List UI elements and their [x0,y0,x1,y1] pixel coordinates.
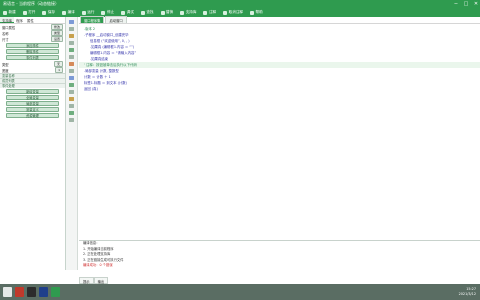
image-icon[interactable] [69,62,74,66]
list-icon[interactable] [69,69,74,73]
taskbar: 15:27 2021/3/12 [0,284,480,300]
local-variable-button[interactable]: 局部变量 [6,101,59,106]
frame-icon[interactable] [69,118,74,122]
toolbar-help-button[interactable]: 帮助 [250,10,263,15]
event-list-button[interactable]: 事件列表 [6,55,59,60]
toolbar-run-button[interactable]: 运行 [81,10,94,15]
toolbar-new-button[interactable]: 新建 [3,10,16,15]
table-icon[interactable] [69,97,74,101]
output-tabs: 提示 输出 [79,277,109,284]
toolbar-uncomment-button[interactable]: 取消注释 [223,10,243,15]
delete-event-button[interactable]: 删除事件 [6,49,59,54]
app-icon[interactable] [27,287,36,297]
edit-icon[interactable] [69,41,74,45]
maximize-button[interactable]: □ [461,0,471,8]
compile-icon [62,10,67,15]
toolbar-debug-button[interactable]: 调试 [121,10,134,15]
minimize-button[interactable]: − [451,0,461,8]
timer-icon[interactable] [69,83,74,87]
side-icon-strip [66,17,78,270]
toolbar-stop-button[interactable]: 停止 [101,10,114,15]
start-icon[interactable] [3,287,12,297]
property-row-button[interactable]: 设置 [50,36,63,42]
app-icon[interactable] [39,287,48,297]
button-icon[interactable] [69,34,74,38]
output-line: 编译成功：0 个错误 [83,263,113,268]
save-icon [42,10,47,15]
editor-tabs: 窗口程序集 启动窗口 [79,16,480,24]
code-editor[interactable]: 窗口程序集 启动窗口 .版本 2 .子程序 __启动窗口_创建完毕 信息框 (“欢迎… [79,16,480,240]
property-row: 尺寸 设置 [0,36,65,42]
tab-program[interactable]: 程序 [14,17,25,23]
output-lines: 编译信息： 1. 开始编译当前程序 2. 正在处理支持库 3. 正在链接生成可执行文件… [79,241,480,269]
output-tab[interactable]: 输出 [93,277,109,284]
checkbox-icon[interactable] [69,48,74,52]
tab-properties[interactable]: 属性 [25,17,36,23]
scrollbar-icon[interactable] [69,90,74,94]
folder-open-icon [22,10,27,15]
toolbar-comment-button[interactable]: 注释 [203,10,216,15]
new-variable-button[interactable]: 新增变量 [6,89,59,94]
tab-control-icon[interactable] [69,111,74,115]
app-window: 易语言 - 当前程序（动态链接） − □ ✕ 新建 打开 保存 编译 运行 停止… [0,0,480,300]
editor-tab[interactable]: 启动窗口 [105,16,127,23]
toolbar-compile-button[interactable]: 编译 [62,10,75,15]
system-tray: 15:27 2021/3/12 [459,287,476,297]
combo-icon[interactable] [69,76,74,80]
app-icon[interactable] [15,287,24,297]
stop-icon [101,10,106,15]
library-icon [180,10,185,15]
app-icon[interactable] [51,287,60,297]
search-icon [140,10,145,15]
toolbar-replace-button[interactable]: 替换 [160,10,173,15]
code-lines: .版本 2 .子程序 __启动窗口_创建完毕 信息框 (“欢迎使用”, 0, , )… [79,26,480,92]
clock-date: 2021/3/12 [458,292,476,296]
field-value[interactable]: 1 [55,67,63,73]
output-panel: 编译信息： 1. 开始编译当前程序 2. 正在处理支持库 3. 正在链接生成可执行文件… [79,240,480,284]
file-new-icon [3,10,7,15]
global-variable-button[interactable]: 全局变量 [6,95,59,100]
help-icon [250,10,255,15]
replace-icon [160,10,165,15]
window-title: 易语言 - 当前程序（动态链接） [3,1,59,6]
play-icon [81,10,86,15]
radio-icon[interactable] [69,55,74,59]
toolbar-save-button[interactable]: 保存 [42,10,55,15]
toolbar-find-button[interactable]: 查找 [140,10,154,15]
main-toolbar: 新建 打开 保存 编译 运行 停止 调试 查找 替换 支持库 注释 取消注释 帮… [0,8,480,17]
title-bar: 易语言 - 当前程序（动态链接） − □ ✕ [0,0,480,8]
tab-library[interactable]: 支持库 [0,17,15,23]
toolbar-open-button[interactable]: 打开 [22,10,35,15]
toolbar-library-button[interactable]: 支持库 [180,10,196,15]
code-line[interactable]: 返回 (真) [79,86,480,92]
constant-button[interactable]: 常量定义 [6,107,59,112]
left-panel-tabs: 支持库 程序 属性 [0,17,65,24]
resource-button[interactable]: 资源管理 [6,113,59,118]
uncomment-icon [223,10,228,15]
add-event-button[interactable]: 添加事件 [6,43,59,48]
text-icon[interactable] [69,27,74,31]
bug-icon [121,10,126,15]
window-icon[interactable] [69,20,74,24]
editor-tab[interactable]: 窗口程序集 [80,16,105,23]
section-header: 事件处理 [0,83,65,88]
progress-icon[interactable] [69,104,74,108]
comment-icon [203,10,208,15]
left-panel: 支持库 程序 属性 窗口属性 修改 名称 类型 尺寸 设置 添加事件 删除事件 事件列… [0,17,66,270]
output-tab[interactable]: 提示 [79,277,94,284]
close-button[interactable]: ✕ [471,0,480,8]
